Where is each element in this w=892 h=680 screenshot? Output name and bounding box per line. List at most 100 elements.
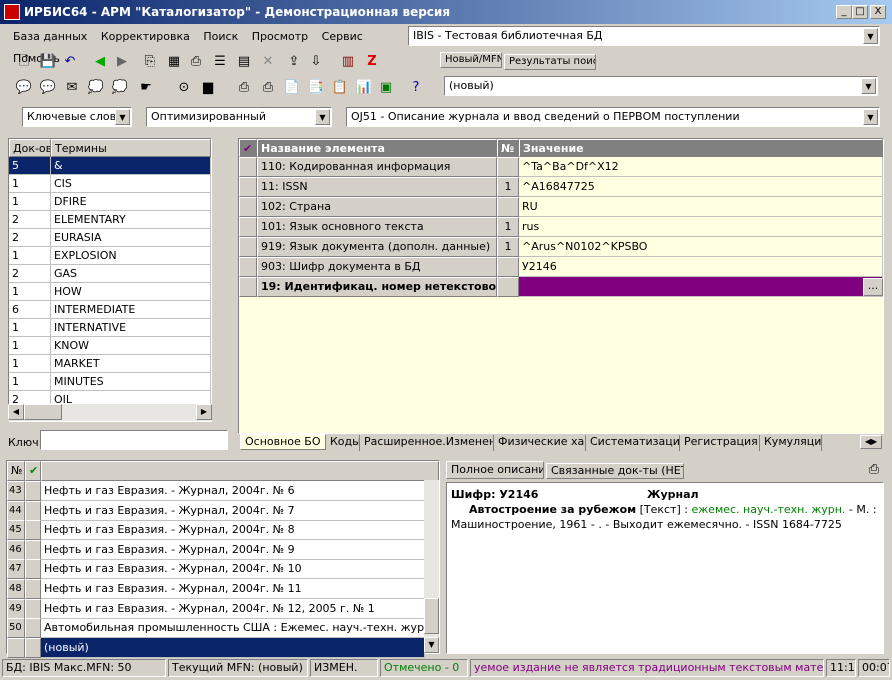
copy-icon[interactable]: ⎘ <box>140 52 160 72</box>
list-icon[interactable]: ☰ <box>210 52 230 72</box>
record-row[interactable]: 48 Нефть и газ Евразия. - Журнал, 2004г. … <box>7 579 425 599</box>
forward-icon[interactable]: ▶ <box>112 52 132 72</box>
document-chart-icon[interactable]: 📋 <box>330 78 350 98</box>
records-vscrollbar[interactable]: ▼ <box>424 480 439 653</box>
record-check[interactable] <box>25 618 41 639</box>
field-tab[interactable]: Регистрация <box>680 435 760 451</box>
new-record-icon[interactable]: 🗋 <box>14 52 34 72</box>
comment-icon[interactable]: 💬 <box>14 78 34 98</box>
print-icon[interactable]: ⎙ <box>186 52 206 72</box>
import-icon[interactable]: ⇩ <box>306 52 326 72</box>
record-check[interactable] <box>25 500 41 521</box>
record-check[interactable] <box>25 520 41 541</box>
save-icon[interactable]: 💾 <box>38 52 58 72</box>
hand-icon[interactable]: ☛ <box>136 78 156 98</box>
field-tab[interactable]: Физические хар. <box>494 435 586 451</box>
scroll-right-icon[interactable]: ▶ <box>196 404 212 420</box>
help-icon[interactable]: ? <box>406 78 426 98</box>
menu-search[interactable]: Поиск <box>198 26 243 48</box>
scroll-thumb[interactable] <box>424 598 439 634</box>
record-check[interactable] <box>25 481 41 501</box>
worksheet-select[interactable]: OJ51 - Описание журнала и ввод сведений … <box>346 107 880 127</box>
term-row[interactable]: 1 HOW <box>9 283 211 301</box>
field-value[interactable]: rus <box>519 217 883 237</box>
excel-icon[interactable]: ▣ <box>376 78 396 98</box>
grid-icon[interactable]: ▦ <box>164 52 184 72</box>
term-row[interactable]: 2 EURASIA <box>9 229 211 247</box>
term-row[interactable]: 1 INTERNATIVE <box>9 319 211 337</box>
record-row[interactable]: 47 Нефть и газ Евразия. - Журнал, 2004г. … <box>7 559 425 580</box>
tab-search-results[interactable]: Результаты поиска <box>504 54 596 70</box>
record-check[interactable] <box>25 579 41 599</box>
field-row[interactable]: 110: Кодированная информация ^Ta^Ba^Df^X1… <box>239 157 883 177</box>
menu-database[interactable]: База данных <box>8 26 92 48</box>
record-row[interactable]: 44 Нефть и газ Евразия. - Журнал, 2004г. … <box>7 500 425 521</box>
tab-linked-docs[interactable]: Связанные док-ты (НЕТ) <box>546 463 684 479</box>
field-tab[interactable]: Коды <box>326 435 360 451</box>
term-row[interactable]: 1 KNOW <box>9 337 211 355</box>
database-select[interactable]: IBIS - Тестовая библиотечная БД ▼ <box>408 26 880 46</box>
field-value[interactable]: RU <box>519 197 883 217</box>
print-preview-icon[interactable]: ⎙ <box>258 78 278 98</box>
terms-hscrollbar[interactable]: ◀ ▶ <box>8 404 212 421</box>
tab-new-mfn[interactable]: Новый/MFN <box>440 52 502 68</box>
scroll-thumb[interactable] <box>24 404 62 420</box>
term-row[interactable]: 2 GAS <box>9 265 211 283</box>
term-row[interactable]: 6 INTERMEDIATE <box>9 301 211 319</box>
tab-scroll-icon[interactable]: ◀▶ <box>860 435 882 449</box>
field-ellipsis-button[interactable]: ... <box>863 278 883 296</box>
header-rec-check[interactable]: ✔ <box>25 461 41 481</box>
printer-icon[interactable]: ⎙ <box>234 78 254 98</box>
term-row[interactable]: 5 & <box>9 157 211 175</box>
field-tab[interactable]: Систематизация <box>586 435 680 451</box>
close-button[interactable]: X <box>870 5 886 19</box>
back-icon[interactable]: ◀ <box>90 52 110 72</box>
scroll-down-icon[interactable]: ▼ <box>424 637 439 653</box>
field-row[interactable]: 101: Язык основного текста 1 rus <box>239 217 883 237</box>
field-value[interactable] <box>519 277 883 297</box>
scroll-left-icon[interactable]: ◀ <box>8 404 24 420</box>
record-row[interactable]: 50 Автомобильная промышленность США : Еже… <box>7 618 425 639</box>
table-icon[interactable]: ▤ <box>234 52 254 72</box>
mfn-select[interactable]: (новый) ▼ <box>444 76 878 96</box>
header-number[interactable]: № <box>497 139 519 157</box>
field-row[interactable]: 11: ISSN 1 ^A16847725 <box>239 177 883 197</box>
documents-icon[interactable]: 📑 <box>306 78 326 98</box>
record-row[interactable]: 49 Нефть и газ Евразия. - Журнал, 2004г. … <box>7 598 425 619</box>
header-rec-number[interactable]: № <box>7 461 25 481</box>
record-row[interactable]: 46 Нефть и газ Евразия. - Журнал, 2004г. … <box>7 539 425 560</box>
tab-full-description[interactable]: Полное описание <box>446 461 544 479</box>
header-count[interactable]: Док-ов <box>9 139 51 157</box>
menu-service[interactable]: Сервис <box>317 26 368 48</box>
comment-edit-icon[interactable]: 💬 <box>38 78 58 98</box>
header-element-name[interactable]: Название элемента <box>257 139 497 157</box>
header-terms[interactable]: Термины <box>51 139 211 157</box>
field-value[interactable]: У2146 <box>519 257 883 277</box>
chart-icon[interactable]: 📊 <box>354 78 374 98</box>
mail-icon[interactable]: ✉ <box>62 78 82 98</box>
field-row[interactable]: 19: Идентификац. номер нетекстового мате… <box>239 277 883 297</box>
field-tab[interactable]: Основное БО <box>240 434 326 450</box>
field-value[interactable]: ^A16847725 <box>519 177 883 197</box>
export-icon[interactable]: ⇪ <box>284 52 304 72</box>
record-check[interactable] <box>25 559 41 580</box>
field-row[interactable]: 903: Шифр документа в БД У2146 <box>239 257 883 277</box>
maximize-button[interactable]: □ <box>852 5 868 19</box>
minimize-button[interactable]: _ <box>836 5 852 19</box>
menu-view[interactable]: Просмотр <box>247 26 313 48</box>
term-row[interactable]: 1 MARKET <box>9 355 211 373</box>
term-row[interactable]: 1 CIS <box>9 175 211 193</box>
z3950-icon[interactable]: Z <box>362 52 382 72</box>
field-value[interactable]: ^Arus^N0102^KPSBO <box>519 237 883 257</box>
term-row[interactable]: 1 DFIRE <box>9 193 211 211</box>
field-value[interactable]: ^Ta^Ba^Df^X12 <box>519 157 883 177</box>
field-row[interactable]: 102: Страна RU <box>239 197 883 217</box>
record-row[interactable]: (новый) <box>7 637 425 658</box>
term-row[interactable]: 1 EXPLOSION <box>9 247 211 265</box>
field-tab[interactable]: Кумуляция <box>760 435 822 451</box>
record-check[interactable] <box>25 539 41 560</box>
print-description-icon[interactable]: ⎙ <box>866 462 882 478</box>
record-row[interactable]: 45 Нефть и газ Евразия. - Журнал, 2004г. … <box>7 520 425 541</box>
undo-icon[interactable]: ↶ <box>60 52 80 72</box>
delete-icon[interactable]: ✕ <box>258 52 278 72</box>
